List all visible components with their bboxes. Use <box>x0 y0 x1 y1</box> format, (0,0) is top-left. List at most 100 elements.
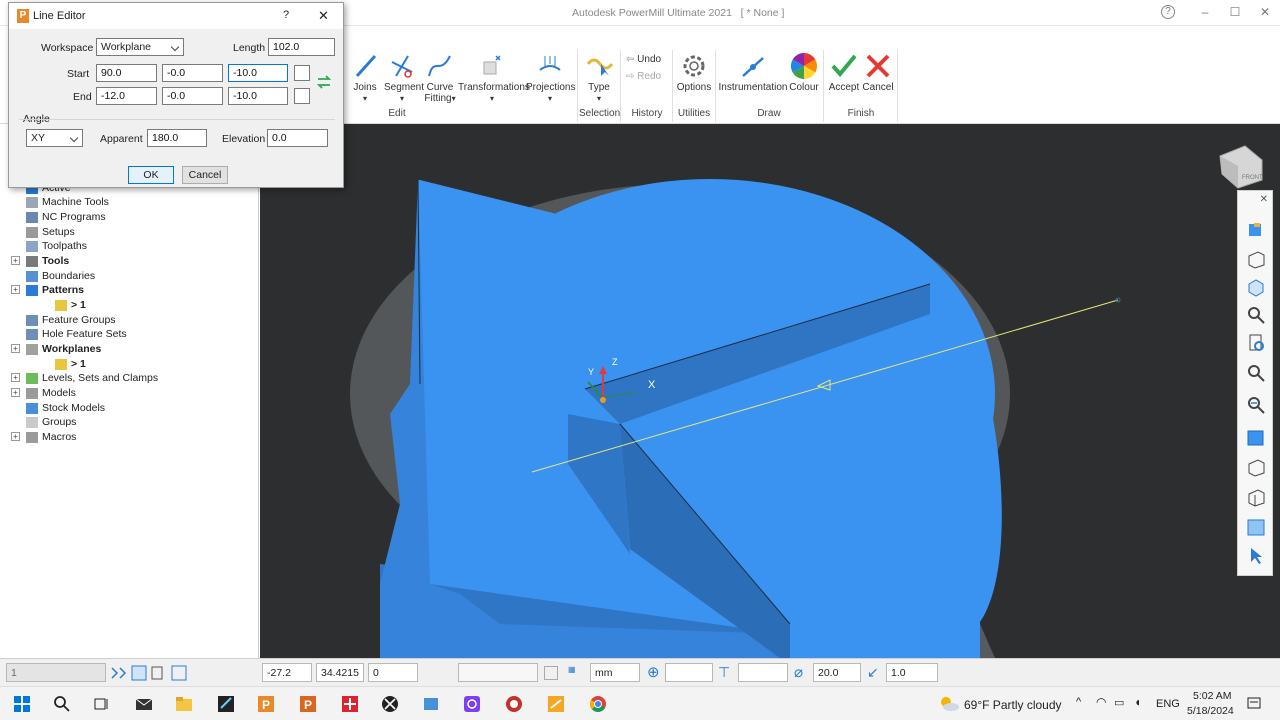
start-y-field[interactable]: -0.0 <box>162 64 223 82</box>
projections-button[interactable]: Projections ▾ <box>526 52 575 104</box>
help-icon[interactable]: ? <box>1161 5 1175 19</box>
transparent-view-icon[interactable] <box>1246 517 1266 537</box>
start-x-field[interactable]: 90.0 <box>96 64 157 82</box>
tree-expander-icon[interactable]: + <box>11 285 20 294</box>
view-iso-icon[interactable] <box>1246 249 1266 269</box>
view-toolbar-close-icon[interactable]: ✕ <box>1260 194 1268 205</box>
close-window-button[interactable]: ✕ <box>1256 4 1274 20</box>
xbox-icon[interactable] <box>380 694 400 714</box>
end-z-field[interactable]: -10.0 <box>228 87 288 105</box>
weather-text[interactable]: 69°F Partly cloudy <box>964 698 1062 712</box>
record-icon[interactable] <box>504 694 524 714</box>
undo-button[interactable]: ⇦ Undo <box>626 54 670 65</box>
clock-time[interactable]: 5:02 AM <box>1193 690 1232 702</box>
dialog-close-button[interactable]: ✕ <box>318 8 329 24</box>
app-icon-1[interactable] <box>216 694 236 714</box>
wifi-icon[interactable]: ◠ <box>1096 695 1106 709</box>
tree-item-workplanes[interactable]: Workplanes <box>26 342 101 356</box>
start-z-field[interactable]: -10.0 <box>228 64 288 82</box>
length-field[interactable]: 102.0 <box>268 38 335 56</box>
tree-item-levels-sets-clamps[interactable]: Levels, Sets and Clamps <box>26 371 158 385</box>
workspace-select[interactable]: Workplane <box>96 38 184 56</box>
mail-icon[interactable] <box>134 694 154 714</box>
chrome-icon[interactable] <box>588 694 608 714</box>
powermill-taskbar-icon[interactable]: P <box>256 694 276 714</box>
tree-item-boundaries[interactable]: Boundaries <box>26 269 95 283</box>
elevation-field[interactable]: 0.0 <box>267 129 328 147</box>
tree-expander-icon[interactable]: + <box>11 256 20 265</box>
tree-item-feature-groups[interactable]: Feature Groups <box>26 313 116 327</box>
cancel-button[interactable]: Cancel <box>182 166 228 184</box>
joins-button[interactable]: Joins ▾ <box>350 52 380 104</box>
tree-item-models[interactable]: Models <box>26 386 76 400</box>
options-button[interactable]: Options <box>675 52 713 93</box>
tree-item-toolpaths[interactable]: Toolpaths <box>26 239 87 253</box>
tray-chevron-icon[interactable]: ^ <box>1076 696 1081 708</box>
tree-item-groups[interactable]: Groups <box>26 415 76 429</box>
windows-start-icon[interactable] <box>12 694 32 714</box>
app-icon-red[interactable] <box>340 694 360 714</box>
view-cube[interactable]: FRONT <box>1219 145 1263 189</box>
end-x-field[interactable]: -12.0 <box>96 87 157 105</box>
tree-item-machine-tools[interactable]: Machine Tools <box>26 195 109 209</box>
tree-item-pattern-1[interactable]: > 1 <box>55 298 86 312</box>
coord-x-field[interactable]: -27.2 <box>262 663 312 682</box>
zoom-rotate-icon[interactable] <box>1246 305 1266 325</box>
units-field[interactable]: mm <box>590 663 640 682</box>
wireframe-view-icon[interactable] <box>1246 457 1266 477</box>
start-pick-icon[interactable] <box>294 65 310 81</box>
accept-button[interactable]: Accept <box>828 52 860 93</box>
zoom-out-icon[interactable] <box>1246 395 1266 415</box>
crosshair-icon[interactable]: ⊕ <box>647 663 660 681</box>
colour-button[interactable]: Colour <box>788 52 820 93</box>
minimize-button[interactable]: – <box>1196 4 1214 20</box>
clock-date[interactable]: 5/18/2024 <box>1187 705 1234 717</box>
notification-icon[interactable] <box>1246 696 1262 712</box>
hidden-line-view-icon[interactable] <box>1246 487 1266 507</box>
transformations-button[interactable]: Transformations ▾ <box>458 52 530 104</box>
dialog-help-button[interactable]: ? <box>283 9 289 21</box>
app-icon-purple[interactable] <box>462 694 482 714</box>
layer-select[interactable]: 1 <box>6 663 106 682</box>
tolerance-field[interactable]: 1.0 <box>886 663 938 682</box>
tree-item-setups[interactable]: Setups <box>26 225 75 239</box>
instrumentation-button[interactable]: Instrumentation <box>718 52 788 93</box>
tree-item-stock-models[interactable]: Stock Models <box>26 401 105 415</box>
angle-plane-select[interactable]: XY <box>26 129 83 147</box>
tree-expander-icon[interactable]: + <box>11 388 20 397</box>
segment-button[interactable]: Segment ▾ <box>384 52 424 104</box>
coord-z-field[interactable]: 0 <box>368 663 418 682</box>
ruler-icon[interactable]: ▦ <box>568 665 576 674</box>
task-view-icon[interactable] <box>92 694 112 714</box>
tree-expander-icon[interactable]: + <box>11 344 20 353</box>
diameter-field[interactable]: 20.0 <box>813 663 861 682</box>
status-tool-icons[interactable] <box>110 664 190 682</box>
app-icon-blue[interactable] <box>422 694 442 714</box>
view-cube-icon[interactable] <box>1246 277 1266 297</box>
coord-y-field[interactable]: 34.4215 <box>316 663 364 682</box>
refresh-view-icon[interactable] <box>1246 333 1266 353</box>
cancel-ribbon-button[interactable]: Cancel <box>862 52 894 93</box>
tree-item-tools[interactable]: Tools <box>26 254 69 268</box>
tree-item-patterns[interactable]: Patterns <box>26 283 84 297</box>
app-icon-orange[interactable] <box>546 694 566 714</box>
select-cursor-icon[interactable] <box>1246 545 1266 565</box>
graphics-viewport[interactable]: X Y Z FRONT <box>260 124 1280 658</box>
tree-item-workplane-1[interactable]: > 1 <box>55 357 86 371</box>
view-workplane-icon[interactable] <box>1246 221 1266 241</box>
tree-item-macros[interactable]: Macros <box>26 430 76 444</box>
battery-icon[interactable]: ▭ <box>1114 696 1124 709</box>
end-pick-icon[interactable] <box>294 88 310 104</box>
shaded-view-icon[interactable] <box>1246 427 1266 447</box>
tree-expander-icon[interactable]: + <box>11 432 20 441</box>
grid-icon[interactable] <box>544 666 558 680</box>
tree-expander-icon[interactable]: + <box>11 373 20 382</box>
curve-fitting-button[interactable]: Curve Fitting▾ <box>422 52 458 104</box>
status-field-a[interactable] <box>665 663 713 682</box>
file-explorer-icon[interactable] <box>174 694 194 714</box>
powermill-taskbar-icon-2[interactable]: P <box>298 694 318 714</box>
end-y-field[interactable]: -0.0 <box>162 87 223 105</box>
ok-button[interactable]: OK <box>128 166 174 184</box>
swap-ends-icon[interactable] <box>315 73 333 91</box>
apparent-field[interactable]: 180.0 <box>147 129 207 147</box>
